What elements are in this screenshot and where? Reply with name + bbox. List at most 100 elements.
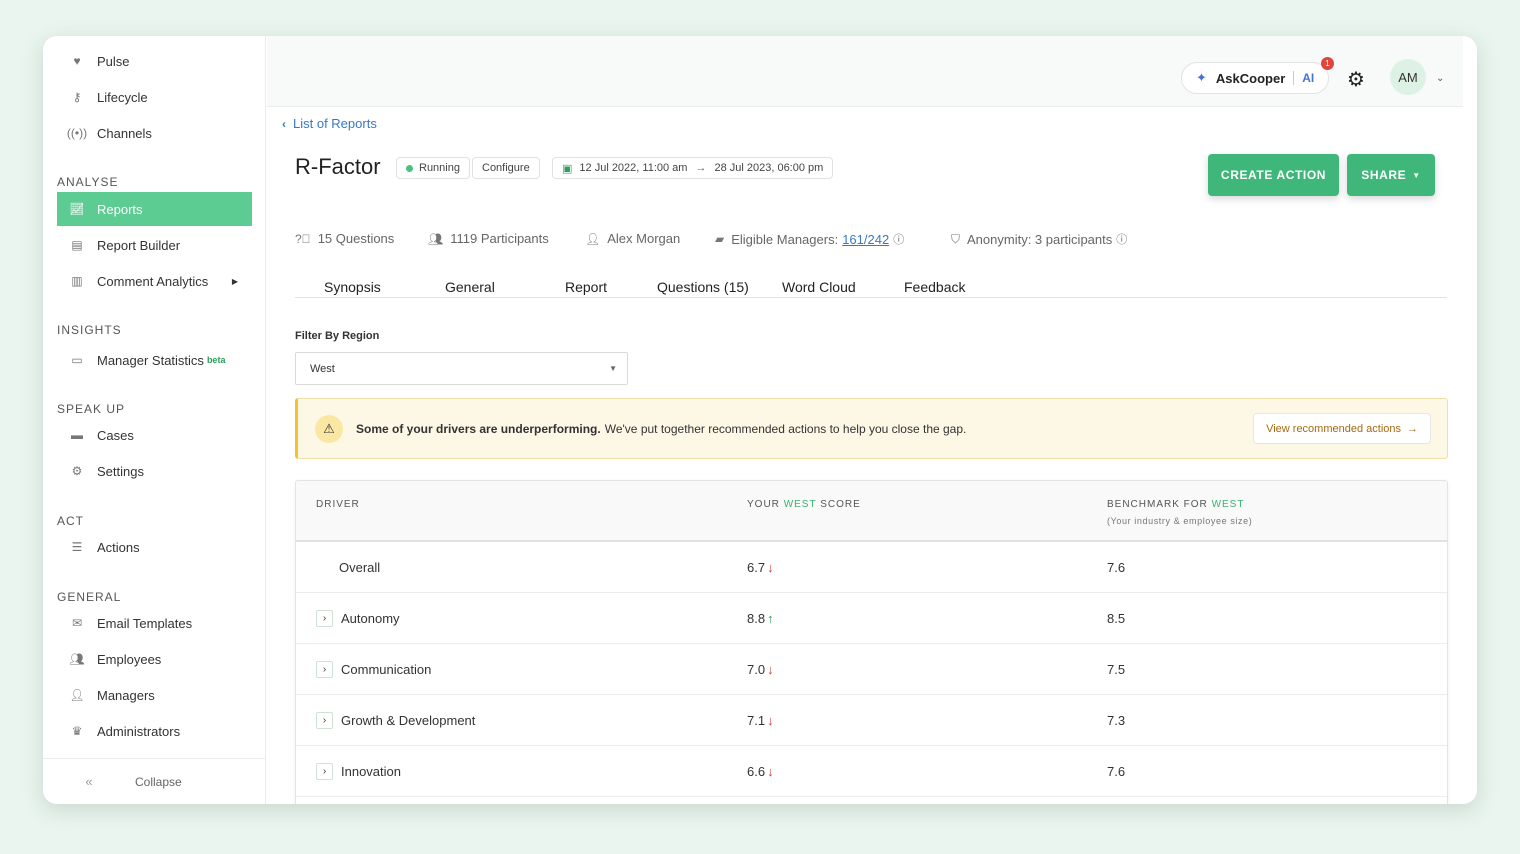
settings-gear-icon[interactable]: ⚙ — [1347, 67, 1365, 92]
chevron-down-icon[interactable]: ⌄ — [1436, 73, 1444, 84]
key-icon: ⚷ — [72, 90, 82, 104]
meta-owner: 👤︎ Alex Morgan — [585, 231, 681, 246]
chart-line-icon: 📈︎ — [69, 202, 85, 216]
section-title-insights: INSIGHTS — [57, 323, 122, 337]
file-edit-icon: ▤ — [71, 238, 83, 252]
notification-badge: 1 — [1321, 57, 1334, 70]
tab-report[interactable]: Report — [565, 279, 607, 295]
user-icon: 👤︎ — [585, 231, 601, 246]
table-row[interactable]: › Autonomy 8.8 ↑ 8.5 — [296, 593, 1447, 644]
section-title-analyse: ANALYSE — [57, 175, 119, 189]
broadcast-icon: ((•)) — [66, 126, 88, 140]
filter-label: Filter By Region — [295, 330, 380, 342]
sidebar-item-employees[interactable]: 👥︎ Employees — [57, 642, 252, 676]
users-icon: 👥︎ — [428, 231, 444, 246]
view-recommended-actions-button[interactable]: View recommended actions → — [1253, 413, 1431, 444]
arrow-right-icon: → — [695, 162, 707, 174]
sidebar-item-report-builder[interactable]: ▤ Report Builder — [57, 228, 252, 262]
sidebar-item-cases[interactable]: ▬ Cases — [57, 418, 252, 452]
double-chevron-left-icon: « — [85, 774, 93, 789]
sidebar: ♥ Pulse ⚷ Lifecycle ((•)) Channels ANALY… — [43, 36, 266, 804]
page-title: R-Factor — [295, 154, 381, 179]
tab-word-cloud[interactable]: Word Cloud — [782, 279, 856, 295]
askcooper-button[interactable]: ✦ AskCooper AI — [1181, 62, 1329, 94]
tab-questions[interactable]: Questions (15) — [657, 279, 749, 295]
sidebar-item-settings[interactable]: ⚙ Settings — [57, 454, 252, 488]
gear-icon: ⚙ — [71, 464, 83, 478]
arrow-down-icon: ↓ — [767, 713, 774, 728]
user-tie-icon: 👤︎ — [69, 688, 85, 702]
sidebar-item-lifecycle[interactable]: ⚷ Lifecycle — [57, 80, 252, 114]
sidebar-item-email-templates[interactable]: ✉ Email Templates — [57, 606, 252, 640]
create-action-button[interactable]: CREATE ACTION — [1208, 154, 1339, 196]
col-driver: DRIVER — [316, 499, 360, 510]
expand-chevron-icon[interactable]: › — [316, 610, 333, 627]
beta-badge: beta — [206, 355, 226, 365]
status-badge: Running — [396, 157, 470, 179]
crown-icon: ♛ — [71, 724, 83, 738]
arrow-up-icon: ↑ — [767, 611, 774, 626]
sidebar-item-comment-analytics[interactable]: ▥ Comment Analytics ▶ — [57, 264, 252, 298]
table-row: Overall 6.7 ↓ 7.6 — [296, 542, 1447, 593]
shield-icon: ⛉ — [951, 231, 961, 246]
presentation-icon: ▭ — [71, 353, 83, 367]
sidebar-item-reports[interactable]: 📈︎ Reports — [57, 192, 252, 226]
user-avatar[interactable]: AM — [1390, 59, 1426, 95]
report-tabs: Synopsis General Report Questions (15) W… — [295, 276, 1447, 298]
table-row[interactable]: › Communication 7.0 ↓ 7.5 — [296, 644, 1447, 695]
caret-right-icon: ▶ — [231, 276, 238, 286]
sidebar-item-channels[interactable]: ((•)) Channels — [57, 116, 252, 150]
question-circle-icon: ?⃝ — [295, 231, 311, 246]
users-icon: 👥︎ — [69, 652, 85, 666]
info-icon[interactable]: ⓘ — [1116, 231, 1127, 247]
sidebar-item-managers[interactable]: 👤︎ Managers — [57, 678, 252, 712]
expand-chevron-icon[interactable]: › — [316, 712, 333, 729]
sidebar-item-manager-statistics[interactable]: ▭ Manager Statistics beta — [57, 343, 252, 377]
eligible-managers-link[interactable]: 161/242 — [842, 232, 889, 247]
col-score: YOUR WEST SCORE — [747, 499, 861, 510]
arrow-down-icon: ↓ — [767, 560, 774, 575]
expand-chevron-icon[interactable]: › — [316, 763, 333, 780]
meta-participants: 👥︎ 1119 Participants — [428, 231, 549, 246]
tab-feedback[interactable]: Feedback — [904, 279, 965, 295]
section-title-act: ACT — [57, 514, 84, 528]
caret-down-icon: ▼ — [1412, 170, 1421, 180]
calendar-icon: ▣ — [562, 162, 573, 175]
caret-down-icon: ▼ — [609, 364, 617, 373]
heart-pulse-icon: ♥ — [73, 54, 81, 68]
sidebar-item-administrators[interactable]: ♛ Administrators — [57, 714, 252, 748]
top-bar: ✦ AskCooper AI 1 ⚙ AM ⌄ — [267, 36, 1463, 107]
region-select[interactable]: West ▼ — [295, 352, 628, 385]
date-range[interactable]: ▣ 12 Jul 2022, 11:00 am → 28 Jul 2023, 0… — [552, 157, 834, 179]
collapse-button[interactable]: « Collapse — [43, 758, 266, 804]
arrow-right-icon: → — [1407, 422, 1418, 435]
expand-chevron-icon[interactable]: › — [316, 661, 333, 678]
chevron-left-icon: ‹ — [282, 116, 286, 131]
app-window: ♥ Pulse ⚷ Lifecycle ((•)) Channels ANALY… — [43, 36, 1477, 804]
meta-questions: ?⃝ 15 Questions — [295, 231, 395, 246]
configure-button[interactable]: Configure — [472, 157, 540, 179]
tab-general[interactable]: General — [445, 279, 495, 295]
sidebar-item-actions[interactable]: ☰ Actions — [57, 530, 252, 564]
section-title-speak-up: SPEAK UP — [57, 402, 126, 416]
sidebar-item-pulse[interactable]: ♥ Pulse — [57, 44, 252, 78]
folder-icon: ▬ — [71, 428, 83, 442]
warning-icon: ⚠ — [315, 414, 343, 443]
briefcase-icon: ▰ — [715, 232, 725, 246]
tab-synopsis[interactable]: Synopsis — [324, 279, 381, 295]
underperforming-alert: ⚠ Some of your drivers are underperformi… — [295, 398, 1448, 459]
envelope-icon: ✉ — [71, 616, 83, 630]
main-content: ✦ AskCooper AI 1 ⚙ AM ⌄ ‹ List of Report… — [267, 36, 1477, 804]
sparkle-icon: ✦ — [1196, 70, 1207, 85]
table-row[interactable]: › Growth & Development 7.1 ↓ 7.3 — [296, 695, 1447, 746]
section-title-general: GENERAL — [57, 590, 122, 604]
table-row[interactable]: › Innovation 6.6 ↓ 7.6 — [296, 746, 1447, 797]
breadcrumb-back-link[interactable]: ‹ List of Reports — [282, 116, 377, 131]
share-button[interactable]: SHARE ▼ — [1347, 154, 1435, 196]
meta-eligible-managers: ▰ Eligible Managers: 161/242 ⓘ — [715, 231, 905, 247]
arrow-down-icon: ↓ — [767, 662, 774, 677]
info-icon[interactable]: ⓘ — [893, 231, 904, 247]
drivers-table: DRIVER YOUR WEST SCORE BENCHMARK FOR WES… — [295, 480, 1448, 804]
table-header: DRIVER YOUR WEST SCORE BENCHMARK FOR WES… — [296, 481, 1447, 542]
list-icon: ☰ — [71, 540, 83, 554]
